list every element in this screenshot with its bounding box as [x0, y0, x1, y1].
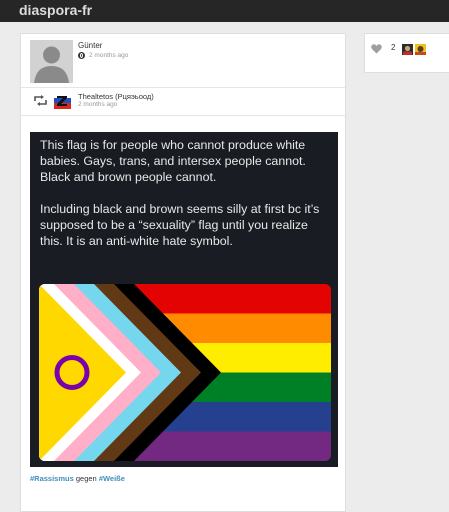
liker-avatar[interactable]: [415, 42, 426, 55]
reshare-author-name-link[interactable]: Thealtetos (Ρцяэьоод): [78, 92, 154, 101]
like-count: 2: [391, 43, 396, 52]
top-navigation-bar: diaspora-fr: [0, 0, 449, 22]
post-meta: 2 months ago: [78, 52, 128, 59]
reshare-icon: [34, 95, 47, 106]
liker-avatar[interactable]: [402, 42, 413, 55]
reshare-author-avatar[interactable]: [54, 92, 71, 109]
author-avatar[interactable]: [30, 40, 73, 83]
author-name-link[interactable]: Günter: [78, 41, 102, 50]
post-image[interactable]: This flag is for people who cannot produ…: [30, 132, 338, 467]
progress-pride-flag-image: [39, 284, 331, 461]
globe-icon: [78, 52, 85, 59]
post-card: Günter 2 months ago Thealtetos (Ρцяэьоод…: [20, 33, 347, 512]
reshare-timestamp[interactable]: 2 months ago: [78, 101, 117, 108]
divider: [21, 87, 347, 88]
tag-connector-text: gegen: [73, 474, 99, 483]
app-brand-link[interactable]: diaspora-fr: [19, 2, 92, 18]
post-tags: #Rassismus gegen #Weiße: [30, 474, 125, 483]
post-timestamp[interactable]: 2 months ago: [89, 52, 128, 59]
divider: [21, 115, 347, 116]
image-text-paragraph: This flag is for people who cannot produ…: [40, 138, 306, 184]
image-text: This flag is for people who cannot produ…: [40, 137, 332, 265]
hashtag-link[interactable]: #Rassismus: [30, 474, 74, 483]
likes-panel: 2: [364, 33, 449, 73]
heart-icon[interactable]: [371, 44, 382, 54]
hashtag-link[interactable]: #Weiße: [99, 474, 125, 483]
image-text-paragraph: Including black and brown seems silly at…: [40, 202, 320, 248]
